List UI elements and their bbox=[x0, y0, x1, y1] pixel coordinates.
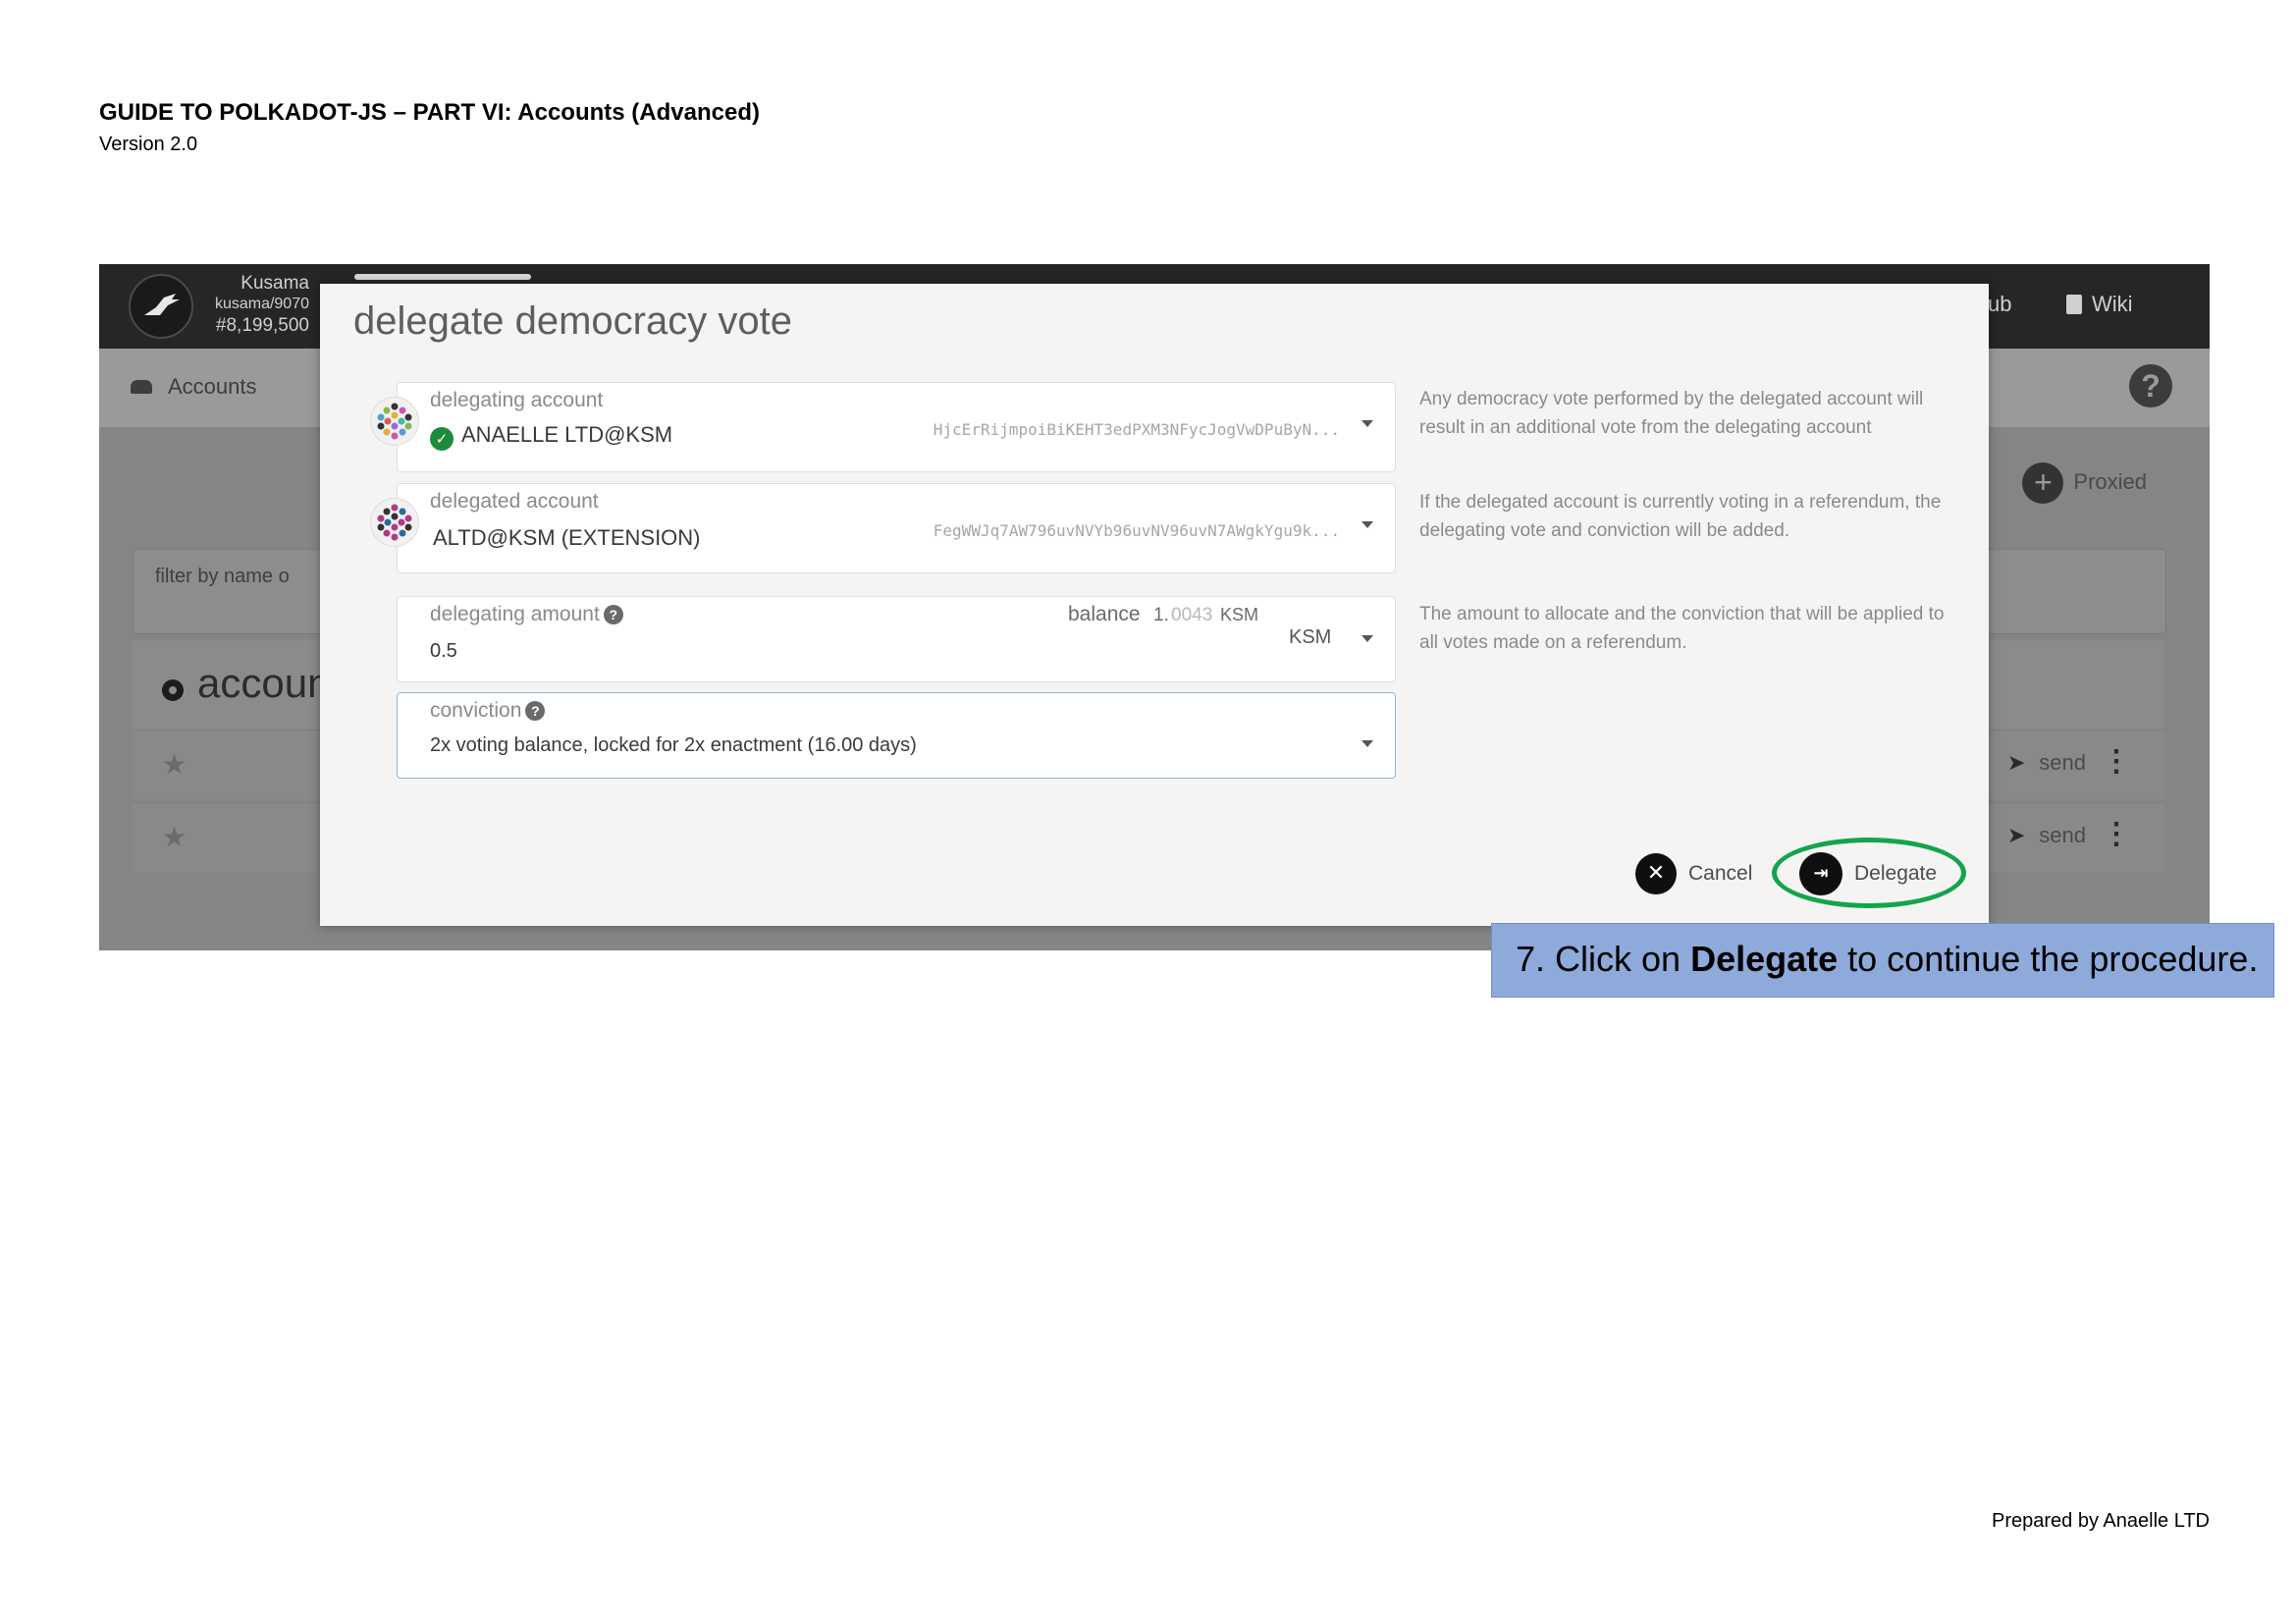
document-title: GUIDE TO POLKADOT-JS – PART VI: Accounts… bbox=[99, 99, 760, 126]
cancel-label: Cancel bbox=[1688, 862, 1753, 885]
book-icon bbox=[2066, 295, 2082, 314]
delegated-account-select[interactable]: delegated account ALTD@KSM (EXTENSION) F… bbox=[370, 483, 1396, 573]
accounts-dot-icon bbox=[162, 679, 184, 701]
amount-help-text: The amount to allocate and the convictio… bbox=[1419, 604, 1945, 653]
star-icon[interactable]: ★ bbox=[162, 821, 187, 853]
filter-placeholder: filter by name o bbox=[155, 566, 290, 587]
document-version: Version 2.0 bbox=[99, 134, 198, 155]
sub-nav-accounts-label: Accounts bbox=[168, 374, 257, 399]
callout-prefix: 7. Click on bbox=[1516, 939, 1691, 979]
delegated-account-identicon bbox=[370, 498, 419, 547]
balance-unit: KSM bbox=[1220, 605, 1259, 624]
delegating-account-name: ✓ ANAELLE LTD@KSM bbox=[430, 422, 672, 451]
chevron-down-icon bbox=[1362, 420, 1373, 427]
instruction-callout: 7. Click on Delegate to continue the pro… bbox=[1491, 923, 2274, 998]
balance-value-frac: 0043 bbox=[1171, 605, 1213, 625]
delegated-help-text: If the delegated account is currently vo… bbox=[1419, 492, 1942, 541]
conviction-label-text: conviction bbox=[430, 699, 522, 722]
delegating-account-identicon bbox=[370, 397, 419, 446]
send-label: send bbox=[2039, 750, 2086, 775]
unit-select[interactable]: KSM bbox=[1289, 626, 1331, 649]
plus-icon: + bbox=[2022, 462, 2064, 504]
star-icon[interactable]: ★ bbox=[162, 748, 187, 781]
delegating-account-name-text: ANAELLE LTD@KSM bbox=[461, 422, 673, 447]
users-icon bbox=[131, 380, 152, 394]
delegating-account-address: HjcErRijmpoiBiKEHT3edPXM3NFycJogVwDPuByN… bbox=[933, 420, 1340, 439]
send-button[interactable]: ➤ send bbox=[2007, 750, 2086, 776]
more-menu-icon[interactable]: ⋮ bbox=[2102, 817, 2131, 851]
proxied-label: Proxied bbox=[2073, 468, 2147, 494]
close-icon: ✕ bbox=[1635, 853, 1677, 894]
callout-bold: Delegate bbox=[1690, 939, 1839, 979]
add-proxied-button[interactable]: + Proxied bbox=[2022, 462, 2147, 504]
callout-suffix: to continue the procedure. bbox=[1838, 939, 2259, 979]
balance-value-int: 1. bbox=[1153, 605, 1169, 625]
question-circle-icon[interactable]: ? bbox=[525, 701, 546, 721]
delegate-vote-modal: delegate democracy vote delegating accou… bbox=[320, 284, 1989, 926]
paper-plane-icon: ➤ bbox=[2006, 823, 2026, 847]
balance-label: balance bbox=[1068, 603, 1141, 625]
help-icon[interactable]: ? bbox=[2129, 364, 2172, 407]
wiki-label: Wiki bbox=[2092, 292, 2133, 316]
document-footer: Prepared by Anaelle LTD bbox=[1992, 1510, 2210, 1532]
delegate-highlight-ellipse bbox=[1772, 838, 1966, 908]
chevron-down-icon bbox=[1362, 635, 1373, 642]
sub-nav-accounts[interactable]: Accounts bbox=[131, 374, 257, 400]
delegated-account-label: delegated account bbox=[430, 490, 599, 513]
question-circle-icon[interactable]: ? bbox=[603, 605, 623, 624]
delegating-amount-label: delegating amount? bbox=[430, 603, 623, 626]
top-link-wiki[interactable]: Wiki bbox=[2066, 292, 2133, 317]
callout-text: 7. Click on Delegate to continue the pro… bbox=[1516, 939, 2258, 980]
verified-check-icon: ✓ bbox=[430, 427, 454, 451]
conviction-value: 2x voting balance, locked for 2x enactme… bbox=[430, 734, 917, 756]
delegating-account-label: delegating account bbox=[430, 389, 604, 411]
kusama-bird-icon[interactable] bbox=[129, 274, 193, 339]
delegation-help-text: Any democracy vote performed by the dele… bbox=[1419, 389, 1924, 438]
delegating-amount-label-text: delegating amount bbox=[430, 603, 600, 625]
delegated-account-address: FegWWJq7AW796uvNVYb96uvNV96uvN7AWgkYgu9k… bbox=[933, 521, 1340, 540]
chevron-down-icon bbox=[1362, 740, 1373, 747]
delegating-account-select[interactable]: delegating account ✓ ANAELLE LTD@KSM HjcE… bbox=[370, 382, 1396, 472]
chain-name: Kusama bbox=[240, 273, 309, 294]
conviction-select[interactable]: conviction? 2x voting balance, locked fo… bbox=[397, 692, 1396, 779]
delegating-amount-value: 0.5 bbox=[430, 640, 457, 662]
send-label: send bbox=[2039, 823, 2086, 847]
top-link-github[interactable]: ub bbox=[1988, 292, 2011, 317]
paper-plane-icon: ➤ bbox=[2006, 750, 2026, 775]
modal-title: delegate democracy vote bbox=[353, 299, 792, 343]
send-button[interactable]: ➤ send bbox=[2007, 823, 2086, 848]
delegating-amount-input[interactable]: delegating amount? 0.5 balance 1. 0043 K… bbox=[397, 596, 1396, 682]
active-tab-indicator bbox=[354, 274, 531, 280]
delegated-account-name: ALTD@KSM (EXTENSION) bbox=[433, 525, 701, 550]
cancel-button[interactable]: ✕ Cancel bbox=[1635, 851, 1752, 896]
block-number: #8,199,500 bbox=[215, 315, 309, 336]
more-menu-icon[interactable]: ⋮ bbox=[2102, 744, 2131, 779]
conviction-label: conviction? bbox=[430, 699, 546, 723]
chevron-down-icon bbox=[1362, 521, 1373, 528]
chain-runtime: kusama/9070 bbox=[214, 296, 309, 312]
